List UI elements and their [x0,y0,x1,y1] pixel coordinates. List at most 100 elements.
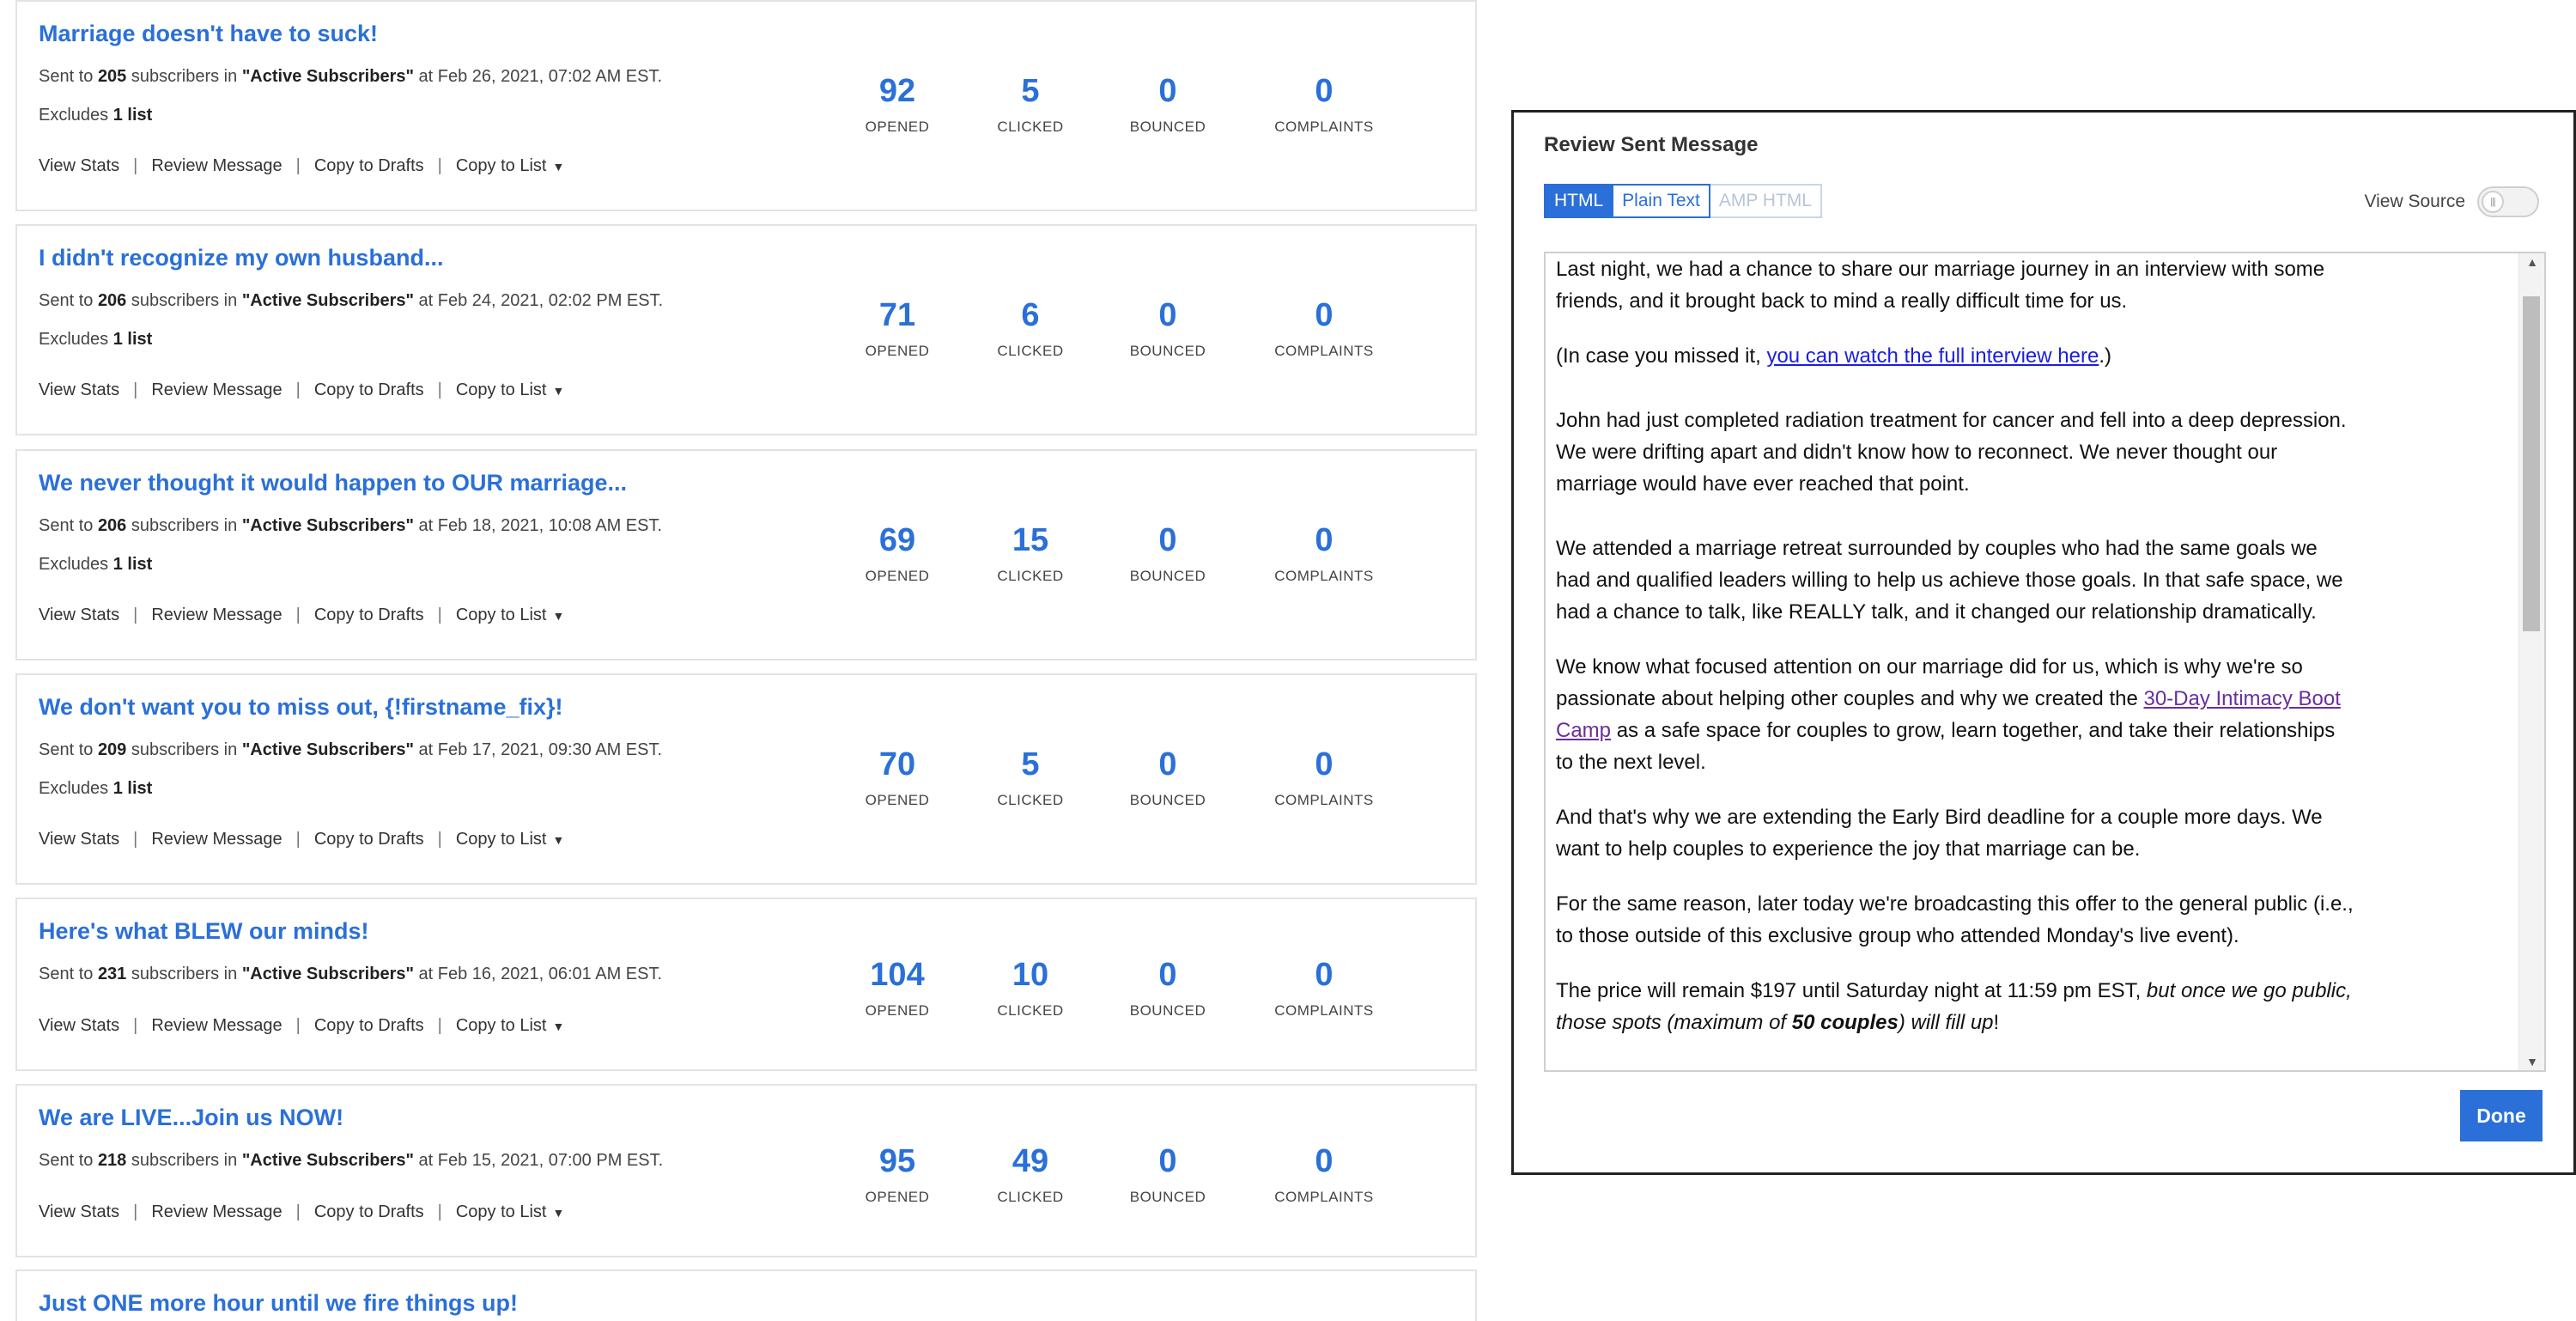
stat-complaints: 0 COMPLAINTS [1238,523,1410,585]
scroll-down-icon[interactable]: ▼ [2519,1055,2544,1068]
list-name: "Active Subscribers" [241,1151,414,1170]
broadcast-actions: View Stats | Review Message | Copy to Drafts… [39,156,564,176]
stat-complaints: 0 COMPLAINTS [1238,1144,1410,1206]
broadcast-card: We don't want you to miss out, {!firstna… [15,673,1477,885]
separator: | [295,1202,301,1221]
body-paragraph: We know what focused attention on our ma… [1556,655,2341,774]
stat-value: 0 [1315,73,1334,109]
review-message-link[interactable]: Review Message [151,830,282,849]
view-stats-link[interactable]: View Stats [39,156,119,176]
message-body: Last night, we had a chance to share our… [1556,253,2354,1062]
tab-html[interactable]: HTML [1544,184,1614,218]
broadcast-title[interactable]: I didn't recognize my own husband... [39,245,443,271]
broadcast-title[interactable]: We don't want you to miss out, {!firstna… [39,694,562,721]
copy-to-list-dropdown[interactable]: Copy to List ▼ [456,380,564,400]
separator: | [437,606,442,624]
broadcast-title[interactable]: Just ONE more hour until we fire things … [39,1290,518,1317]
stat-complaints: 0 COMPLAINTS [1238,958,1410,1020]
list-name: "Active Subscribers" [241,67,414,86]
review-message-link[interactable]: Review Message [151,156,282,176]
tab-plain-text[interactable]: Plain Text [1613,184,1710,218]
separator: | [437,156,442,175]
preview-scrollbar[interactable]: ▲ ▼ [2518,253,2544,1070]
broadcast-actions: View Stats | Review Message | Copy to Drafts… [39,830,564,849]
stat-label: BOUNCED [1129,1002,1206,1019]
view-stats-link[interactable]: View Stats [39,1016,119,1036]
stat-bounced: 0 BOUNCED [1082,298,1254,360]
scroll-thumb[interactable] [2523,296,2540,631]
caret-down-icon: ▼ [552,1206,565,1220]
list-name: "Active Subscribers" [241,516,414,535]
excludes-info: Excludes 1 list [39,555,153,574]
stat-value: 0 [1315,746,1334,782]
review-sent-message-modal: Review Sent Message HTML Plain Text AMP … [1511,110,2576,1175]
view-source-toggle[interactable]: ||| [2477,186,2539,217]
caret-down-icon: ▼ [552,384,565,398]
broadcast-sent-info: Sent to 205 subscribers in "Active Subsc… [39,67,663,86]
body-paragraph: For the same reason, later today we're b… [1556,892,2354,947]
interview-link[interactable]: you can watch the full interview here [1766,344,2099,368]
broadcast-card: I didn't recognize my own husband... Sent… [15,224,1477,435]
separator: | [133,830,138,849]
message-preview[interactable]: Last night, we had a chance to share our… [1544,252,2546,1072]
modal-title: Review Sent Message [1544,133,1759,156]
done-button[interactable]: Done [2460,1090,2543,1141]
stat-value: 0 [1158,522,1177,558]
copy-to-drafts-link[interactable]: Copy to Drafts [314,1016,424,1036]
tab-amp-html: AMP HTML [1710,184,1822,218]
review-message-link[interactable]: Review Message [151,380,282,400]
separator: | [295,830,301,849]
stat-label: BOUNCED [1129,119,1206,135]
separator: | [437,830,442,849]
review-message-link[interactable]: Review Message [151,1202,282,1222]
review-message-link[interactable]: Review Message [151,1016,282,1036]
broadcast-sent-info: Sent to 231 subscribers in "Active Subsc… [39,965,663,983]
stat-label: COMPLAINTS [1274,343,1374,359]
view-stats-link[interactable]: View Stats [39,380,119,400]
list-name: "Active Subscribers" [241,965,414,983]
copy-to-list-dropdown[interactable]: Copy to List ▼ [456,606,564,625]
stat-label: BOUNCED [1129,568,1206,584]
stat-label: COMPLAINTS [1274,119,1374,135]
stat-value: 0 [1158,746,1177,782]
broadcast-title[interactable]: We never thought it would happen to OUR … [39,470,627,496]
broadcast-card: We are LIVE...Join us NOW! Sent to 218 su… [15,1084,1477,1257]
view-stats-link[interactable]: View Stats [39,830,119,849]
stat-label: BOUNCED [1129,1189,1206,1205]
broadcast-title[interactable]: Here's what BLEW our minds! [39,918,368,945]
view-stats-link[interactable]: View Stats [39,606,119,625]
subscriber-count: 218 [97,1151,127,1170]
toggle-grip-icon: ||| [2482,191,2504,213]
stat-complaints: 0 COMPLAINTS [1238,747,1410,809]
stat-value: 0 [1315,1143,1334,1179]
stat-complaints: 0 COMPLAINTS [1238,74,1410,136]
broadcast-card: We never thought it would happen to OUR … [15,449,1477,660]
copy-to-list-dropdown[interactable]: Copy to List ▼ [456,156,564,176]
copy-to-drafts-link[interactable]: Copy to Drafts [314,156,424,176]
copy-to-drafts-link[interactable]: Copy to Drafts [314,1202,424,1222]
review-message-link[interactable]: Review Message [151,606,282,625]
copy-to-drafts-link[interactable]: Copy to Drafts [314,830,424,849]
subscriber-count: 231 [97,965,127,983]
separator: | [133,1016,138,1035]
view-stats-link[interactable]: View Stats [39,1202,119,1222]
stat-value: 0 [1158,957,1177,993]
separator: | [295,1016,301,1035]
broadcast-title[interactable]: We are LIVE...Join us NOW! [39,1105,343,1131]
scroll-up-icon[interactable]: ▲ [2519,255,2544,269]
copy-to-list-dropdown[interactable]: Copy to List ▼ [456,1202,564,1222]
subscriber-count: 206 [97,291,127,310]
format-tabs: HTML Plain Text AMP HTML [1544,184,1822,218]
body-paragraph: And that's why we are extending the Earl… [1556,806,2323,861]
copy-to-drafts-link[interactable]: Copy to Drafts [314,606,424,625]
stat-label: COMPLAINTS [1274,1002,1374,1019]
copy-to-list-dropdown[interactable]: Copy to List ▼ [456,830,564,849]
separator: | [133,380,138,399]
stat-value: 0 [1158,1143,1177,1179]
caret-down-icon: ▼ [552,1020,565,1033]
body-paragraph: (In case you missed it, you can watch th… [1556,344,2111,368]
broadcast-title[interactable]: Marriage doesn't have to suck! [39,21,378,47]
subscriber-count: 205 [97,67,127,86]
copy-to-drafts-link[interactable]: Copy to Drafts [314,380,424,400]
copy-to-list-dropdown[interactable]: Copy to List ▼ [456,1016,564,1036]
